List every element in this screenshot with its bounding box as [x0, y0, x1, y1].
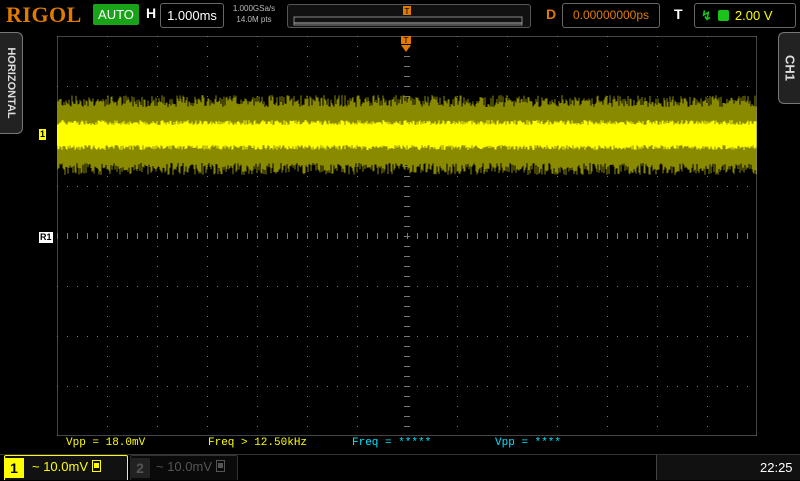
memory-waveform-icon: T: [293, 6, 523, 26]
brand-logo: RIGOL: [6, 2, 82, 27]
horizontal-tab-label: HORIZONTAL: [5, 47, 17, 119]
trigger-position-marker: T: [403, 6, 411, 16]
sample-info: 1.000GSa/s 14.0M pts: [228, 3, 280, 25]
rising-edge-icon: ↯: [701, 8, 712, 23]
ch1-tab-label: CH1: [782, 54, 798, 82]
measurement-freq-ch2: Freq = *****: [352, 437, 432, 449]
svg-text:T: T: [404, 36, 409, 45]
sample-rate: 1.000GSa/s: [232, 4, 276, 13]
ch1-scale: ~ 10.0mV: [32, 459, 102, 474]
delay-value[interactable]: 0.00000000ps: [562, 3, 660, 28]
trace-core: [57, 120, 757, 150]
bandwidth-limit-icon: [216, 460, 226, 472]
svg-text:T: T: [405, 7, 410, 16]
ch2-scale: ~ 10.0mV: [156, 459, 226, 474]
horizontal-menu-tab[interactable]: HORIZONTAL: [0, 32, 23, 134]
ch1-menu-tab[interactable]: CH1: [778, 32, 800, 104]
clock: 22:25: [760, 460, 793, 475]
timebase-value[interactable]: 1.000ms: [160, 3, 224, 28]
ch2-number: 2: [130, 458, 150, 478]
ch1-waveform: [57, 95, 757, 175]
trigger-level: 2.00 V: [734, 8, 773, 23]
run-mode-button[interactable]: AUTO: [93, 4, 139, 25]
measurement-freq-ch1: Freq > 12.50kHz: [208, 437, 308, 449]
ch1-offset-marker[interactable]: 1: [39, 129, 47, 140]
trigger-setting[interactable]: ↯ 2.00 V: [694, 3, 796, 28]
waveform-display[interactable]: T: [57, 36, 757, 436]
measurement-vpp-ch1: Vpp = 18.0mV: [66, 437, 146, 449]
delay-label: D: [546, 6, 557, 22]
memory-overview-bar[interactable]: T: [287, 4, 531, 28]
trigger-source-icon: [717, 10, 729, 21]
bandwidth-limit-icon: [92, 460, 102, 472]
measurement-vpp-ch2: Vpp = ****: [495, 437, 562, 449]
ch1-number: 1: [4, 458, 24, 478]
ref1-marker[interactable]: R1: [39, 232, 53, 243]
memory-depth: 14.0M pts: [236, 15, 272, 24]
horizontal-label: H: [146, 5, 157, 21]
trigger-label: T: [674, 6, 683, 22]
